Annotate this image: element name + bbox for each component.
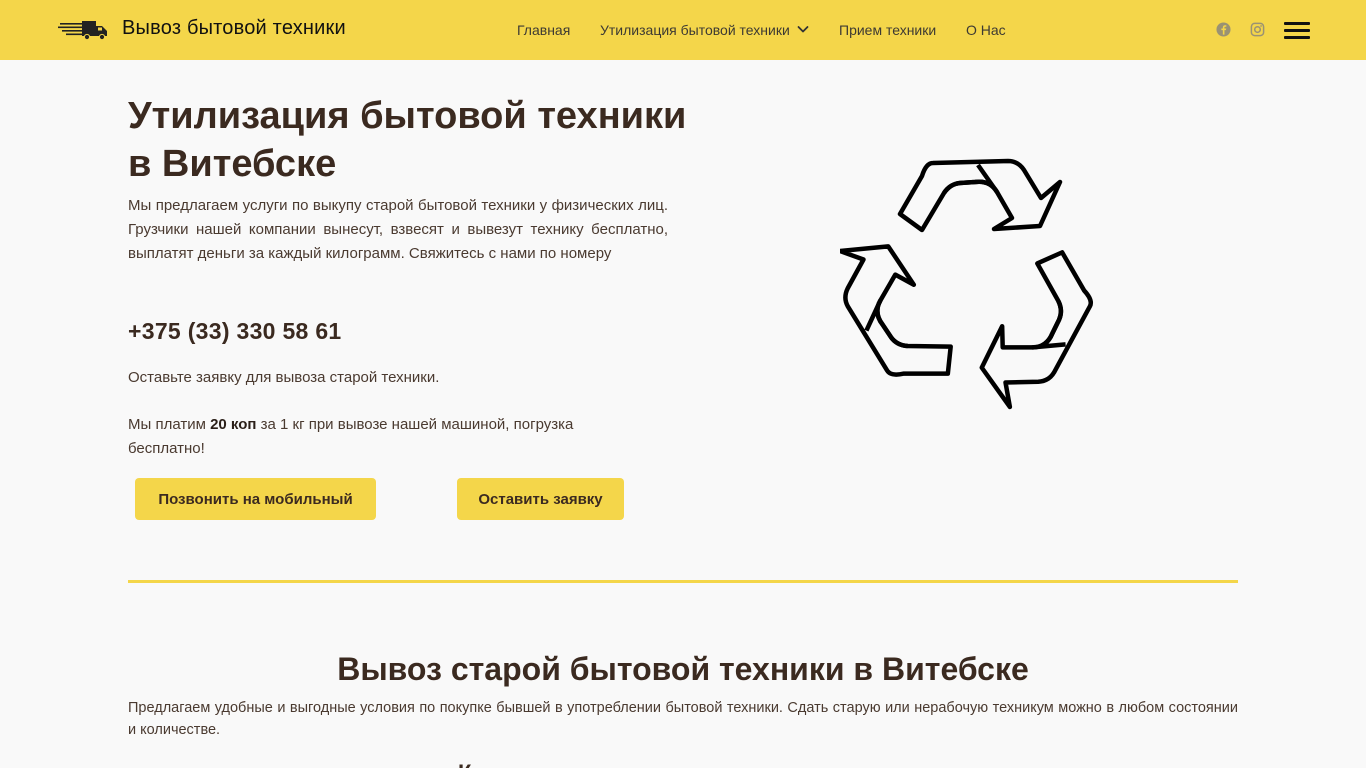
- price-note-prefix: Мы платим: [128, 416, 211, 433]
- section-description: Предлагаем удобные и выгодные условия по…: [128, 700, 1238, 738]
- phone-number-link[interactable]: +375 (33) 330 58 61: [128, 318, 342, 345]
- brand-name: Вывоз бытовой техники: [122, 17, 346, 39]
- section-title: Вывоз старой бытовой техники в Витебске: [337, 651, 1029, 687]
- hero-description: Мы предлагаем услуги по выкупу старой бы…: [128, 197, 668, 262]
- section-divider: [128, 580, 1238, 583]
- facebook-icon[interactable]: [1216, 22, 1231, 37]
- truck-logo-icon: [58, 20, 107, 40]
- chevron-down-icon[interactable]: [797, 25, 809, 34]
- request-note: Оставьте заявку для вывоза старой техник…: [128, 369, 440, 386]
- price-value: 20 коп: [210, 416, 257, 433]
- brand-link[interactable]: Вывоз бытовой техники: [58, 17, 346, 40]
- site-header: Вывоз бытовой техники Главная Утилизация…: [0, 0, 1366, 60]
- nav-intake[interactable]: Прием техники: [839, 21, 936, 39]
- next-heading: К: [458, 758, 471, 768]
- price-note: Мы платим 20 коп за 1 кг при вывозе наше…: [128, 413, 648, 461]
- hamburger-menu-icon[interactable]: [1284, 21, 1310, 39]
- page-title: Утилизация бытовой техники в Витебске: [128, 95, 687, 185]
- call-mobile-button[interactable]: Позвонить на мобильный: [135, 478, 376, 520]
- leave-request-button[interactable]: Оставить заявку: [457, 478, 624, 520]
- nav-recycling[interactable]: Утилизация бытовой техники: [600, 21, 790, 39]
- instagram-icon[interactable]: [1250, 22, 1265, 37]
- nav-home[interactable]: Главная: [517, 21, 570, 39]
- recycle-icon: [840, 158, 1100, 412]
- nav-about[interactable]: О Нас: [966, 21, 1006, 39]
